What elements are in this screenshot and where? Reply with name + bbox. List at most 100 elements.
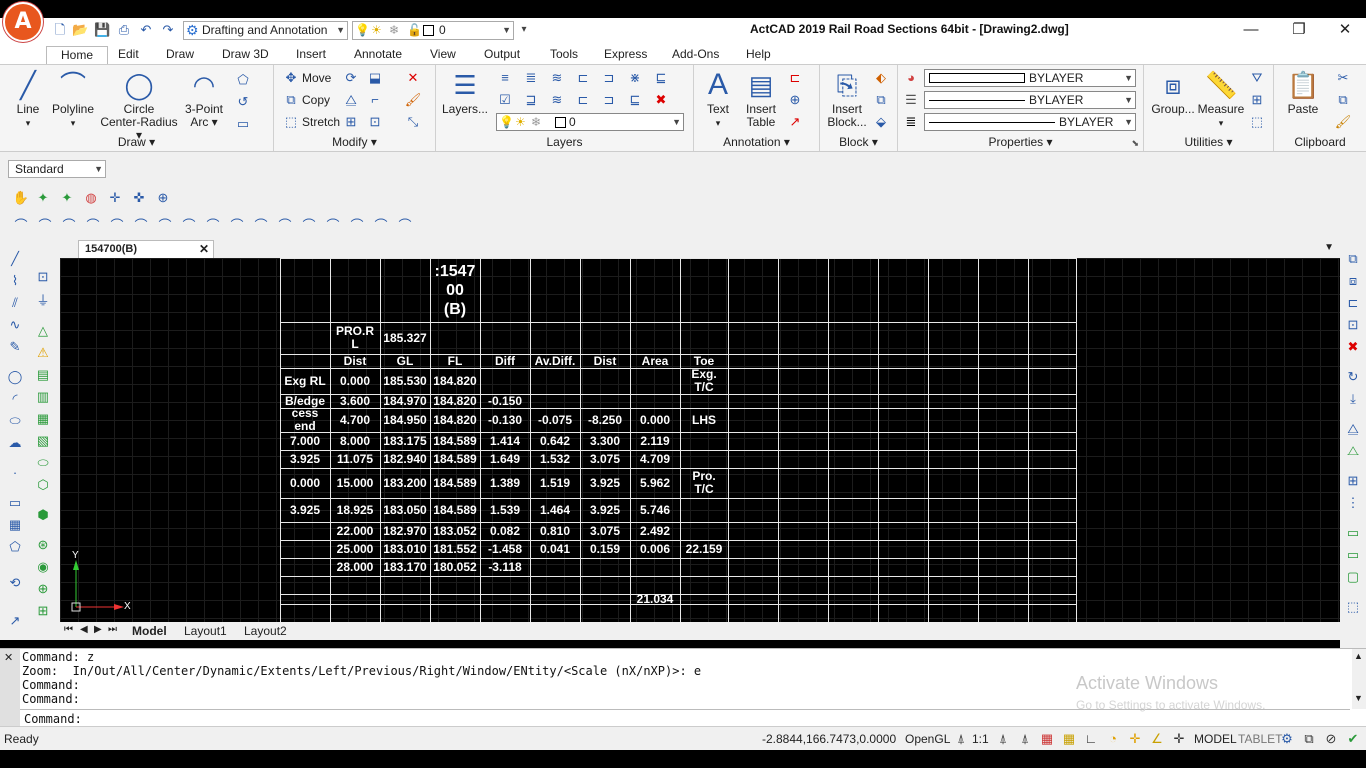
tool-k-icon[interactable]: ⊛ [34,536,52,554]
annotation-visibility-icon[interactable]: ⍋ [994,730,1012,748]
erase-icon[interactable]: ✕ [404,69,422,87]
fillet-icon[interactable]: ⌐ [366,91,384,109]
explode-icon[interactable]: ⤡ [404,113,422,131]
arc-tool-13-icon[interactable]: ⌒ [300,217,318,235]
layer-tool-4-icon[interactable]: ⊏ [574,69,592,87]
tool-g-icon[interactable]: ▧ [34,432,52,450]
arc-tool-3-icon[interactable]: ⌒ [60,217,78,235]
tab-model[interactable]: Model [132,624,167,638]
center-mark-icon[interactable]: ⊕ [786,91,804,109]
offset-r-icon[interactable]: ⧍ [1344,442,1362,460]
draw-panel-title[interactable]: Draw ▾ [0,135,273,149]
layer-tool-6-icon[interactable]: ⋇ [626,69,644,87]
window-layout-icon[interactable]: ⧉ [1300,730,1318,748]
draw-arc-icon[interactable]: ◜ [6,390,24,408]
new-icon[interactable]: 🗋 [52,22,68,38]
select-icon[interactable]: ⬚ [1248,113,1266,131]
app-logo[interactable]: A [3,2,43,42]
properties-panel-title[interactable]: Properties ▾ [898,135,1143,149]
explode-r-icon[interactable]: ⬚ [1344,598,1362,616]
tablet-toggle[interactable]: TABLET [1238,732,1282,746]
match-properties-icon[interactable]: 🖌 [404,91,422,109]
quick-layer-select[interactable]: 💡 ☀ ❄ 🔓 0 ▼ [352,21,514,40]
drawing-canvas[interactable]: :1547 00 (B) PRO.R L 185.327 Dist GL FL Diff Av… [60,258,1340,622]
layer-tool-3-icon[interactable]: ≋ [548,69,566,87]
command-window-handle[interactable]: ✕ [0,649,20,727]
color-select[interactable]: BYLAYER ▼ [924,69,1136,87]
model-space-toggle[interactable]: MODEL [1194,732,1237,746]
zoom-in-icon[interactable]: ✛ [106,189,124,207]
tool-d-icon[interactable]: ▤ [34,366,52,384]
circle-button[interactable]: ◯ Circle Center-Radius ▾ [96,69,182,142]
rectangle-icon[interactable]: ▭ [234,115,252,133]
break-r-icon[interactable]: ▢ [1344,568,1362,586]
arc-tool-16-icon[interactable]: ⌒ [372,217,390,235]
layers-button[interactable]: ☰ Layers... [440,69,490,116]
match-icon[interactable]: 🖌 [1334,113,1352,131]
view-2-icon[interactable]: ✦ [58,189,76,207]
move-button[interactable]: ✥ Move [282,69,332,87]
tool-b-icon[interactable]: ⏚ [34,292,52,310]
draw-point-icon[interactable]: · [6,464,24,482]
stretch-button[interactable]: ⬚ Stretch [282,113,340,131]
first-layout-icon[interactable]: ⏮ [64,624,73,635]
tab-layout1[interactable]: Layout1 [184,624,227,638]
modify-2-icon[interactable]: ⧈ [1344,272,1362,290]
linetype-icon[interactable]: ☰ [902,91,920,109]
annotation-scale-icon[interactable]: ⍋ [952,730,970,748]
layer-tool-8-icon[interactable]: ⊒ [522,91,540,109]
utilities-panel-title[interactable]: Utilities ▾ [1144,135,1273,149]
customize-icon[interactable]: ▾ [516,22,532,38]
modify-panel-title[interactable]: Modify ▾ [274,135,435,149]
zoom-out-icon[interactable]: ✜ [130,189,148,207]
measure-button[interactable]: 📏 Measure ▾ [1196,69,1246,130]
scale-r-icon[interactable]: ⤓ [1344,390,1362,408]
arc-tool-2-icon[interactable]: ⌒ [36,217,54,235]
tool-f-icon[interactable]: ▦ [34,410,52,428]
scroll-up-icon[interactable]: ▲ [1354,651,1363,661]
status-ok-icon[interactable]: ✔ [1344,730,1362,748]
annotation-scale[interactable]: 1:1 [972,732,989,746]
otrack-icon[interactable]: ∠ [1148,730,1166,748]
dialog-launcher-icon[interactable]: ⬊ [1131,138,1139,149]
arc-tool-11-icon[interactable]: ⌒ [252,217,270,235]
rotate-icon[interactable]: ⟳ [342,69,360,87]
layer-tool-1-icon[interactable]: ≡ [496,69,514,87]
redo-icon[interactable]: ↷ [160,22,176,38]
arc-tool-12-icon[interactable]: ⌒ [276,217,294,235]
tab-help[interactable]: Help [740,46,777,64]
mirror-r-icon[interactable]: ⧋ [1344,420,1362,438]
tool-l-icon[interactable]: ◉ [34,558,52,576]
cut-icon[interactable]: ✂ [1334,69,1352,87]
draw-revcloud-icon[interactable]: ☁ [6,434,24,452]
renderer-label[interactable]: OpenGL [905,732,950,746]
save-icon[interactable]: 💾 [94,22,110,38]
minimize-icon[interactable]: — [1236,20,1266,40]
layer-select[interactable]: 💡 ☀ ❄ 0 ▼ [496,113,684,131]
auto-scale-icon[interactable]: ⍋ [1016,730,1034,748]
arc-button[interactable]: ◠ 3-Point Arc ▾ [182,69,226,129]
dimension-icon[interactable]: ⊏ [786,69,804,87]
array2-r-icon[interactable]: ⋮ [1344,494,1362,512]
next-layout-icon[interactable]: ▶ [94,624,102,635]
linetype-select[interactable]: BYLAYER ▼ [924,91,1136,109]
layer-check-icon[interactable]: ☑ [496,91,514,109]
tab-view[interactable]: View [424,46,462,64]
tool-m-icon[interactable]: ⊕ [34,580,52,598]
rotate-r-icon[interactable]: ↻ [1344,368,1362,386]
osnap-icon[interactable]: ✛ [1126,730,1144,748]
tab-layout2[interactable]: Layout2 [244,624,287,638]
draw-hatch-icon[interactable]: ▦ [6,516,24,534]
draw-freehand-icon[interactable]: ✎ [6,338,24,356]
draw-polyline-icon[interactable]: ⌇ [6,272,24,290]
tab-insert[interactable]: Insert [290,46,332,64]
view-1-icon[interactable]: ✦ [34,189,52,207]
scroll-down-icon[interactable]: ▼ [1354,693,1363,703]
leader-icon[interactable]: ↗ [786,113,804,131]
arc-tool-1-icon[interactable]: ⌒ [12,217,30,235]
draw-spline-icon[interactable]: ∿ [6,316,24,334]
arc-tool-9-icon[interactable]: ⌒ [204,217,222,235]
close-tab-icon[interactable]: ✕ [199,241,209,257]
tab-home[interactable]: Home [46,46,109,64]
layer-delete-icon[interactable]: ✖ [652,91,670,109]
